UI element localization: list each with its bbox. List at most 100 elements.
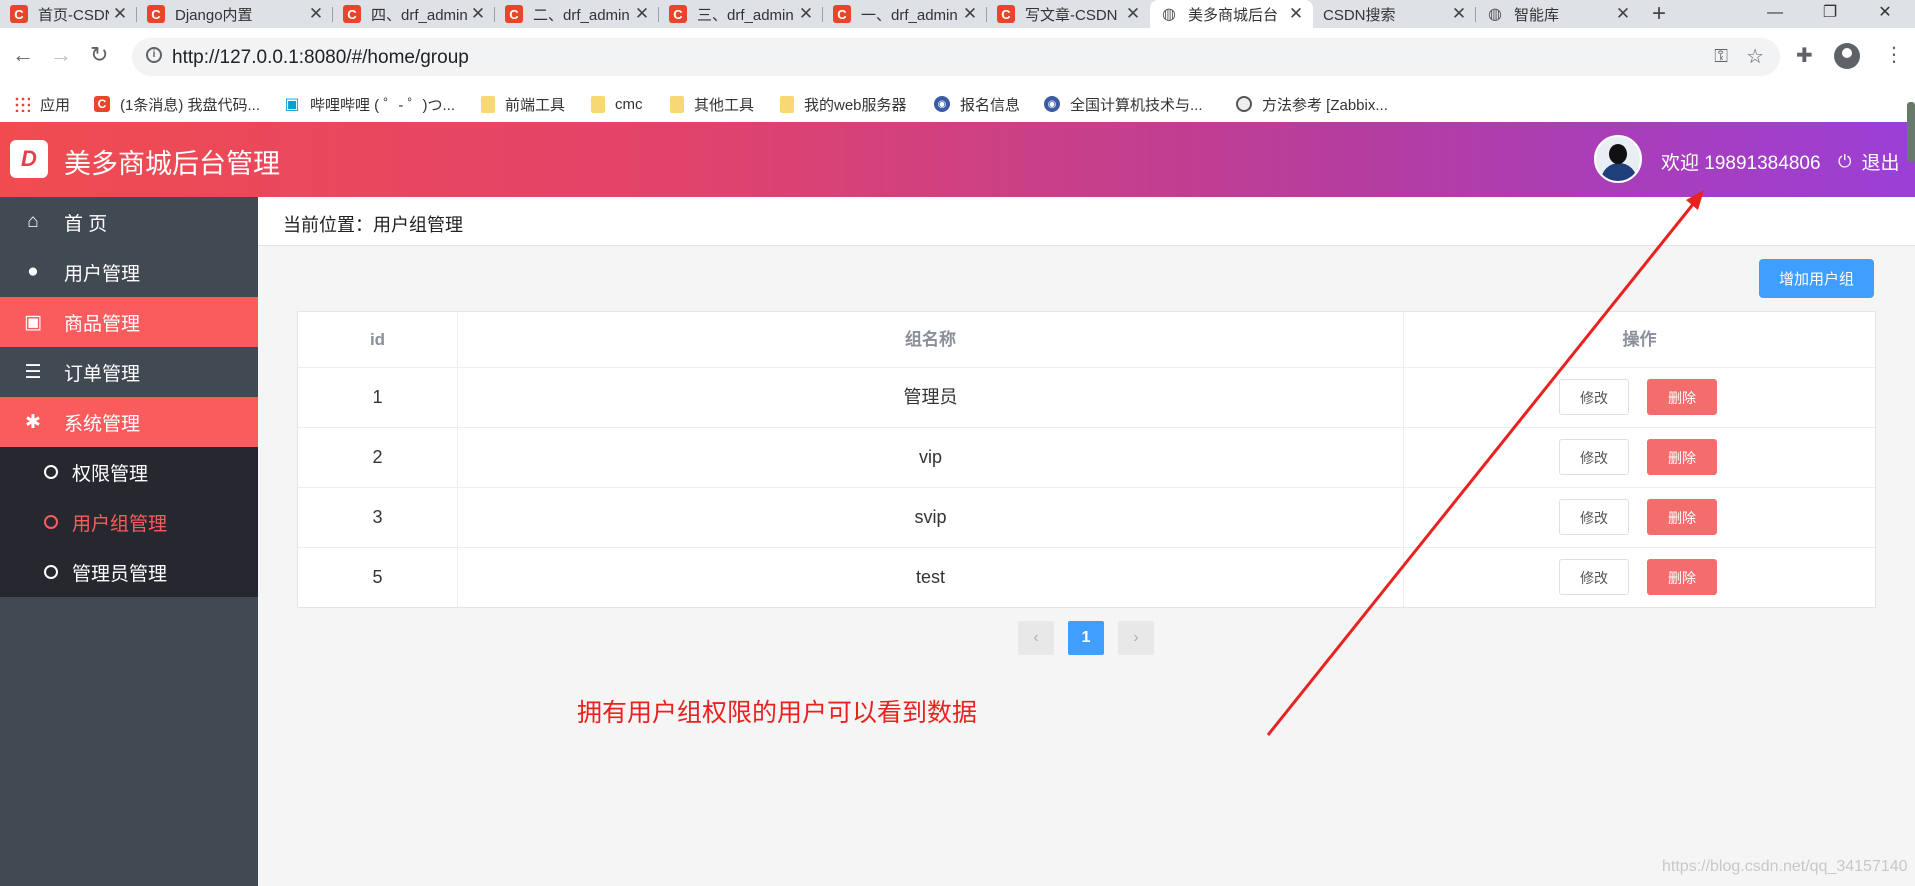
- table-row: 1 管理员 修改 删除: [298, 367, 1875, 428]
- profile-icon[interactable]: [1834, 43, 1860, 69]
- sidebar-item-label: 系统管理: [64, 413, 141, 435]
- bookmark-item[interactable]: ▣ 哔哩哔哩 ( ゜- ゜)つ...: [284, 86, 455, 122]
- browser-tab[interactable]: C 首页-CSDN博客 ✕: [0, 0, 137, 28]
- sidebar-item-users[interactable]: ● 用户管理: [0, 247, 258, 297]
- close-icon[interactable]: ✕: [1612, 4, 1634, 24]
- circle-icon: [44, 465, 58, 479]
- globe-icon: [1236, 96, 1252, 112]
- delete-button[interactable]: 删除: [1647, 439, 1717, 475]
- sidebar-item-label: 用户管理: [64, 263, 141, 285]
- breadcrumb: 当前位置：用户组管理: [283, 215, 463, 235]
- bookmark-item[interactable]: 方法参考 [Zabbix...: [1236, 86, 1388, 122]
- browser-tab[interactable]: C Django内置 ✕: [137, 0, 333, 28]
- scrollbar-thumb[interactable]: [1907, 102, 1915, 162]
- close-icon[interactable]: ✕: [795, 4, 817, 24]
- sidebar-subitem-groups[interactable]: 用户组管理: [0, 497, 258, 547]
- reload-icon[interactable]: ↻: [90, 42, 108, 68]
- apps-icon: [14, 96, 30, 112]
- cell-name: svip: [458, 487, 1404, 547]
- sidebar-item-products[interactable]: ▣ 商品管理: [0, 297, 258, 347]
- sidebar-subitem-admins[interactable]: 管理员管理: [0, 547, 258, 597]
- edit-button[interactable]: 修改: [1559, 559, 1629, 595]
- pagination-prev-button[interactable]: ‹: [1018, 621, 1054, 655]
- app-header: D 美多商城后台管理 欢迎 19891384806 ⏻ 退出: [0, 122, 1915, 197]
- bookmark-folder[interactable]: cmc: [591, 86, 643, 122]
- key-icon[interactable]: ⚿: [1714, 46, 1728, 67]
- new-tab-button[interactable]: +: [1652, 0, 1666, 28]
- pagination-next-button[interactable]: ›: [1118, 621, 1154, 655]
- browser-tab[interactable]: C 一、drf_admin ✕: [823, 0, 987, 28]
- sidebar-subitem-permissions[interactable]: 权限管理: [0, 447, 258, 497]
- close-icon[interactable]: ✕: [631, 4, 653, 24]
- browser-tab[interactable]: C 三、drf_admin ✕: [659, 0, 823, 28]
- bookmark-folder[interactable]: 其他工具: [670, 86, 754, 122]
- forward-icon[interactable]: →: [50, 42, 72, 68]
- browser-tab[interactable]: C 写文章-CSDN ✕: [987, 0, 1150, 28]
- delete-button[interactable]: 删除: [1647, 379, 1717, 415]
- edit-button[interactable]: 修改: [1559, 439, 1629, 475]
- cell-name: test: [458, 547, 1404, 607]
- close-icon[interactable]: ✕: [109, 4, 131, 24]
- csdn-icon: C: [833, 5, 851, 23]
- url-text[interactable]: http://127.0.0.1:8080/#/home/group: [172, 47, 469, 69]
- cell-actions: 修改 删除: [1404, 487, 1875, 547]
- sidebar-item-system[interactable]: ✱ 系统管理: [0, 397, 258, 447]
- browser-tab-active[interactable]: ◍ 美多商城后台 ✕: [1150, 0, 1313, 28]
- address-bar[interactable]: i http://127.0.0.1:8080/#/home/group ⚿ ☆: [132, 38, 1780, 76]
- avatar[interactable]: [1594, 135, 1642, 183]
- sidebar-subitem-label: 管理员管理: [72, 563, 168, 585]
- edit-button[interactable]: 修改: [1559, 379, 1629, 415]
- bookmark-folder[interactable]: 前端工具: [481, 86, 565, 122]
- browser-tab[interactable]: C 二、drf_admin ✕: [495, 0, 659, 28]
- edit-button[interactable]: 修改: [1559, 499, 1629, 535]
- tab-label: 首页-CSDN博客: [38, 6, 109, 24]
- extensions-icon[interactable]: ✚: [1796, 43, 1813, 68]
- pagination-page-button[interactable]: 1: [1068, 621, 1104, 655]
- column-header-name: 组名称: [458, 312, 1404, 367]
- star-icon[interactable]: ☆: [1746, 44, 1764, 69]
- cell-id: 5: [298, 547, 458, 607]
- basket-icon: ▣: [24, 311, 42, 333]
- close-icon[interactable]: ✕: [1285, 4, 1307, 24]
- info-icon[interactable]: i: [146, 47, 162, 63]
- column-header-actions: 操作: [1622, 330, 1657, 349]
- bookmark-item[interactable]: C (1条消息) 我盘代码...: [94, 86, 260, 122]
- circle-icon: [44, 515, 58, 529]
- cell-id: 2: [298, 427, 458, 487]
- sidebar-item-label: 订单管理: [64, 363, 141, 385]
- folder-icon: [591, 95, 605, 113]
- tab-label: 四、drf_admin: [371, 6, 467, 24]
- close-icon[interactable]: ✕: [1448, 4, 1470, 24]
- bookmark-folder[interactable]: 我的web服务器: [780, 86, 907, 122]
- bilibili-icon: ▣: [284, 96, 300, 113]
- browser-tab-strip: C 首页-CSDN博客 ✕ C Django内置 ✕ C 四、drf_admin…: [0, 0, 1915, 28]
- minimize-button[interactable]: —: [1750, 0, 1800, 28]
- logout-button[interactable]: ⏻ 退出: [1838, 148, 1899, 175]
- bookmark-apps[interactable]: 应用: [14, 86, 70, 122]
- window-close-button[interactable]: ✕: [1860, 0, 1910, 28]
- back-icon[interactable]: ←: [12, 42, 34, 68]
- sidebar-item-home[interactable]: ⌂ 首 页: [0, 197, 258, 247]
- maximize-button[interactable]: ❐: [1805, 0, 1855, 28]
- menu-icon[interactable]: ⋮: [1884, 42, 1904, 67]
- browser-tab[interactable]: CSDN搜索 ✕: [1313, 0, 1476, 28]
- site-icon: ◉: [1044, 96, 1060, 112]
- tab-label: 智能库: [1514, 6, 1560, 24]
- folder-icon: [670, 95, 684, 113]
- bookmark-item[interactable]: ◉ 报名信息: [934, 86, 1020, 122]
- browser-tab[interactable]: ◍ 智能库 ✕: [1476, 0, 1640, 28]
- bookmark-item[interactable]: ◉ 全国计算机技术与...: [1044, 86, 1203, 122]
- csdn-icon: C: [997, 5, 1015, 23]
- sidebar-item-orders[interactable]: ☰ 订单管理: [0, 347, 258, 397]
- table-row: 2 vip 修改 删除: [298, 427, 1875, 488]
- close-icon[interactable]: ✕: [1122, 4, 1144, 24]
- add-group-button[interactable]: 增加用户组: [1759, 259, 1874, 298]
- app-title: 美多商城后台管理: [64, 149, 280, 179]
- delete-button[interactable]: 删除: [1647, 499, 1717, 535]
- browser-toolbar: ← → ↻ i http://127.0.0.1:8080/#/home/gro…: [0, 28, 1915, 86]
- close-icon[interactable]: ✕: [959, 4, 981, 24]
- delete-button[interactable]: 删除: [1647, 559, 1717, 595]
- close-icon[interactable]: ✕: [467, 4, 489, 24]
- close-icon[interactable]: ✕: [305, 4, 327, 24]
- browser-tab[interactable]: C 四、drf_admin ✕: [333, 0, 495, 28]
